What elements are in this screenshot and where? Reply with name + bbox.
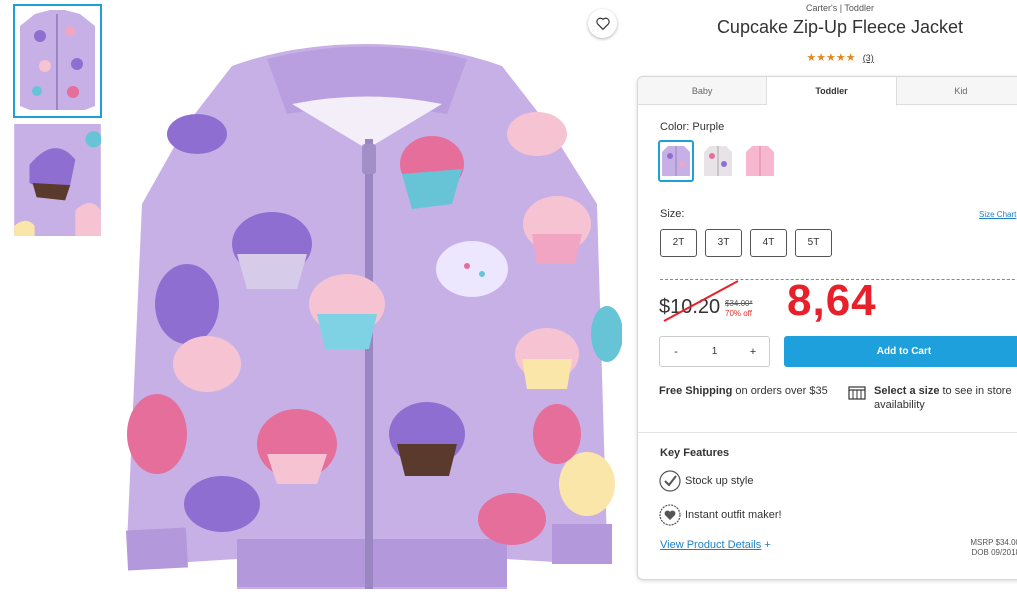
checkmark-icon [659, 470, 681, 492]
tab-kid[interactable]: Kid [896, 77, 1017, 104]
plus-icon: + [764, 539, 771, 551]
color-label-text: Color: [660, 121, 690, 133]
msrp-note-line: MSRP $34.00 [970, 538, 1017, 547]
msrp-note: MSRP $34.00 DOB 09/2018 [960, 538, 1017, 558]
product-brand: Carter's | Toddler [806, 3, 874, 13]
view-product-details-link[interactable]: View Product Details + [660, 539, 771, 551]
color-value: Purple [692, 121, 725, 133]
size-4t[interactable]: 4T [750, 229, 787, 257]
swatch-pink[interactable] [742, 140, 778, 182]
free-shipping-text: on orders over $35 [732, 385, 828, 397]
size-label: Size: [660, 208, 685, 220]
rating-stars: ★★★★★ [806, 52, 856, 64]
purchase-card: Baby Toddler Kid Color: Purple Size: Siz… [637, 76, 1017, 580]
feature-text: Stock up style [685, 475, 754, 487]
quantity-decrease-button[interactable]: - [670, 346, 682, 358]
feature-text: Instant outfit maker! [685, 509, 782, 521]
age-tabs: Baby Toddler Kid [638, 77, 1017, 106]
handwritten-price-annotation: 8,64 [787, 276, 877, 325]
size-chart-link[interactable]: Size Chart [979, 210, 1016, 219]
size-options: 2T 3T 4T 5T [660, 229, 832, 257]
select-size-label: Select a size [874, 385, 940, 397]
tab-toddler[interactable]: Toddler [767, 77, 897, 106]
product-main-image [117, 4, 622, 604]
thumbnail-detail[interactable] [14, 124, 101, 236]
quantity-value[interactable]: 1 [712, 346, 718, 357]
color-swatches [658, 140, 778, 182]
msrp-price: $34.00* [725, 299, 753, 308]
tab-baby[interactable]: Baby [638, 77, 768, 104]
free-shipping-note: Free Shipping on orders over $35 [659, 384, 829, 398]
store-availability: Select a size to see in store availabili… [848, 384, 1017, 412]
review-count-link[interactable]: (3) [863, 53, 874, 63]
thumbnail-list [13, 4, 102, 242]
product-title: Cupcake Zip-Up Fleece Jacket [716, 17, 964, 37]
view-details-label: View Product Details [660, 539, 762, 551]
feature-item: Instant outfit maker! [659, 504, 782, 526]
size-3t[interactable]: 3T [705, 229, 742, 257]
swatch-purple[interactable] [658, 140, 694, 182]
dob-note-line: DOB 09/2018 [971, 548, 1017, 557]
wishlist-heart-icon[interactable] [588, 9, 617, 38]
product-rating: ★★★★★ (3) [660, 51, 1017, 64]
store-icon [848, 386, 866, 400]
color-label: Color: Purple [660, 121, 724, 133]
quantity-stepper: - 1 + [659, 336, 770, 367]
swatch-gray[interactable] [700, 140, 736, 182]
feature-item: Stock up style [659, 470, 753, 492]
quantity-increase-button[interactable]: + [747, 346, 759, 358]
free-shipping-label: Free Shipping [659, 385, 733, 397]
discount-percent: 70% off [725, 309, 752, 318]
size-2t[interactable]: 2T [660, 229, 697, 257]
section-divider [638, 432, 1017, 433]
heart-badge-icon [659, 504, 681, 526]
size-5t[interactable]: 5T [795, 229, 832, 257]
thumbnail-front[interactable] [13, 4, 102, 118]
add-to-cart-button[interactable]: Add to Cart [784, 336, 1017, 367]
key-features-title: Key Features [660, 447, 730, 459]
